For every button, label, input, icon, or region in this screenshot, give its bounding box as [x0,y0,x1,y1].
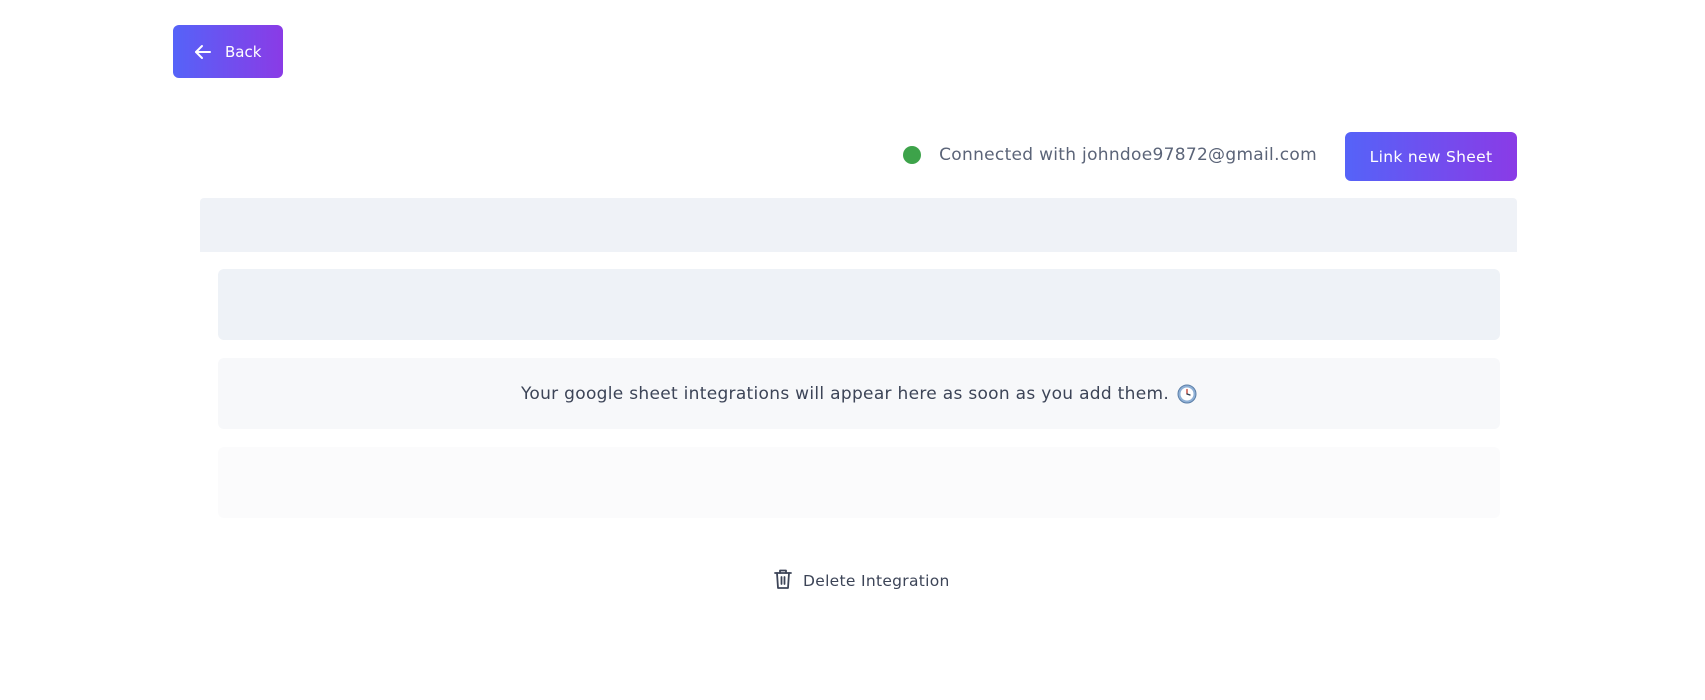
back-button-label: Back [225,42,262,61]
delete-integration-button[interactable]: Delete Integration [773,568,950,594]
placeholder-row [218,269,1500,340]
empty-state-row: Your google sheet integrations will appe… [218,358,1500,429]
delete-integration-label: Delete Integration [803,572,950,590]
integrations-header [200,198,1517,252]
arrow-left-icon [193,42,213,62]
back-button[interactable]: Back [173,25,283,78]
connection-status-text: Connected with johndoe97872@gmail.com [939,145,1317,165]
link-new-sheet-button[interactable]: Link new Sheet [1345,132,1517,181]
empty-state-message: Your google sheet integrations will appe… [520,383,1170,404]
connection-status: Connected with johndoe97872@gmail.com [903,145,1317,165]
trash-icon [773,568,793,594]
clock-icon [1177,384,1197,404]
placeholder-row [218,447,1500,518]
link-new-sheet-label: Link new Sheet [1369,147,1493,166]
status-indicator [903,146,922,164]
